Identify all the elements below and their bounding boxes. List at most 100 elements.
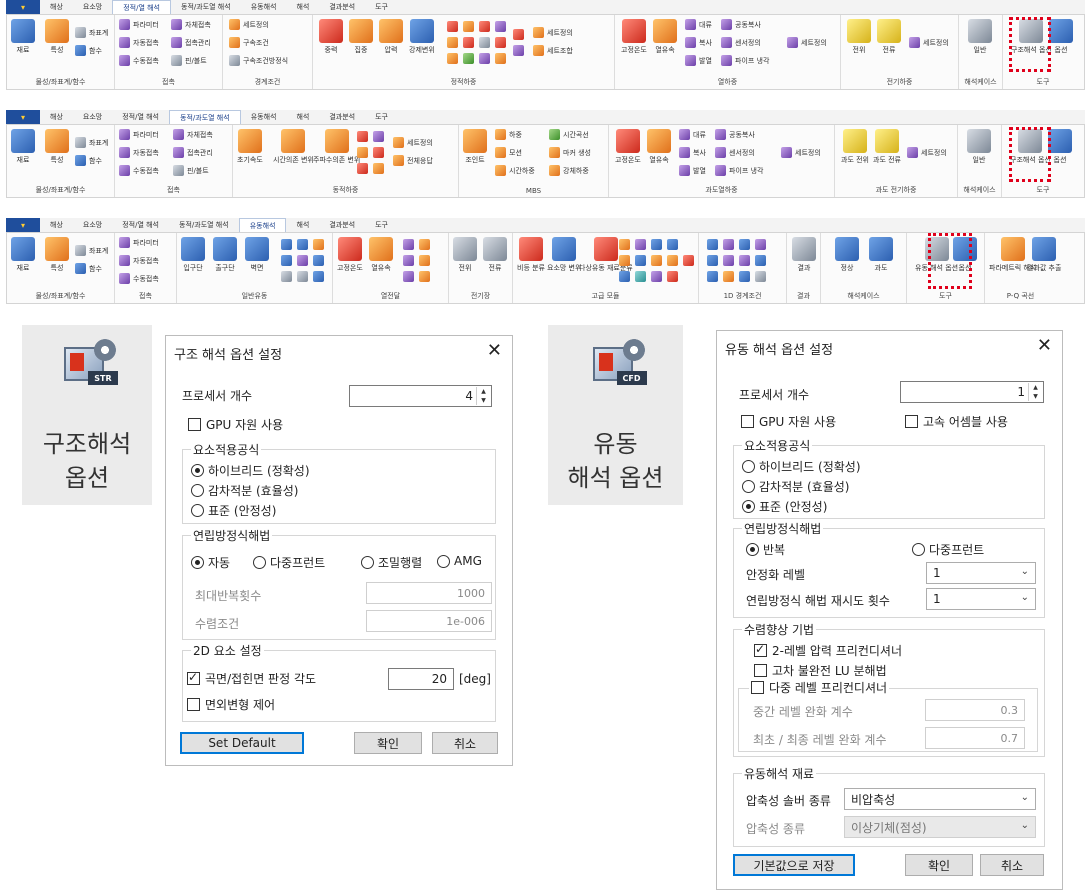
tab-tools-2[interactable]: 도구 (365, 110, 398, 124)
property-button[interactable]: 특성 (45, 19, 69, 55)
adv-tool-icon[interactable] (619, 271, 630, 282)
sensor-button[interactable]: 센서정의 (715, 147, 755, 158)
tab-flow-2[interactable]: 유동해석 (241, 110, 287, 124)
load-tool-icon[interactable] (373, 131, 384, 142)
current-button[interactable]: 전류 (877, 19, 901, 55)
property-button[interactable]: 특성 (45, 129, 69, 165)
radio-hybrid[interactable]: 하이브리드 (정확성) (742, 458, 861, 475)
adv-tool-icon[interactable] (635, 255, 646, 266)
result-extract-button[interactable]: 결과값 추출 (1027, 237, 1061, 273)
tab-flow-1[interactable]: 유동해석 (241, 0, 287, 14)
time-curve-button[interactable]: 시간곡선 (549, 129, 589, 140)
fast-assembly-checkbox[interactable]: 고속 어셈블 사용 (905, 413, 1008, 430)
save-default-button[interactable]: 기본값으로 저장 (733, 854, 855, 876)
load-tool-icon[interactable] (495, 53, 506, 64)
load-tool-icon[interactable] (495, 21, 506, 32)
static-combo-button[interactable]: 세트조합 (533, 45, 573, 56)
load-tool-icon[interactable] (357, 147, 368, 158)
marker-button[interactable]: 마커 생성 (549, 147, 591, 158)
dynamic-set-button[interactable]: 세트정의 (393, 137, 433, 148)
two-level-pc-checkbox[interactable]: 2-레벨 압력 프리컨디셔너 (754, 642, 902, 659)
option-button[interactable]: 옵션 (1049, 19, 1073, 55)
result-button[interactable]: 결과 (792, 237, 816, 273)
load-tool-icon[interactable] (447, 21, 458, 32)
rigid-load-button[interactable]: 강체하중 (549, 165, 589, 176)
heat-flux-button[interactable]: 열유속 (647, 129, 671, 165)
heat-gen-button[interactable]: 발열 (685, 55, 712, 66)
function-button[interactable]: 함수 (75, 155, 102, 166)
bc1d-tool-icon[interactable] (707, 255, 718, 266)
elec-set-button[interactable]: 세트정의 (907, 147, 947, 158)
radiation-button[interactable]: 복사 (679, 147, 706, 158)
ok-button[interactable]: 확인 (905, 854, 973, 876)
time-load-button[interactable]: 시간하중 (495, 165, 535, 176)
general-case-button[interactable]: 일반 (967, 129, 991, 165)
heat-gen-button[interactable]: 발열 (679, 165, 706, 176)
radio-solver-multifront[interactable]: 다중프런트 (253, 554, 325, 571)
pressure-button[interactable]: 압력 (379, 19, 403, 55)
load-tool-icon[interactable] (463, 53, 474, 64)
transient-case-button[interactable]: 과도 (869, 237, 893, 273)
motion-button[interactable]: 모션 (495, 147, 522, 158)
load-tool-icon[interactable] (447, 37, 458, 48)
bc1d-tool-icon[interactable] (755, 271, 766, 282)
contact-manage-button[interactable]: 접촉관리 (173, 147, 213, 158)
retry-select[interactable]: 1 ⌄ (926, 588, 1036, 610)
gpu-checkbox[interactable]: GPU 자원 사용 (188, 416, 283, 433)
coord-button[interactable]: 좌표계 (75, 245, 108, 256)
adv-tool-icon[interactable] (651, 271, 662, 282)
convection-button[interactable]: 대류 (685, 19, 712, 30)
load-tool-icon[interactable] (513, 29, 524, 40)
flow-tool-icon[interactable] (281, 255, 292, 266)
flow-tool-icon[interactable] (313, 271, 324, 282)
auto-contact-button[interactable]: 자동접촉 (119, 147, 159, 158)
set-default-button[interactable]: Set Default (180, 732, 304, 754)
tab-static-3[interactable]: 정적/열 해석 (112, 218, 169, 232)
load-tool-icon[interactable] (463, 37, 474, 48)
heat-flux-button[interactable]: 열유속 (653, 19, 677, 55)
conv-input[interactable]: 1e-006 (366, 610, 492, 632)
radio-reduced[interactable]: 감차적분 (효율성) (742, 478, 849, 495)
close-icon[interactable]: ✕ (487, 340, 502, 361)
pin-bolt-button[interactable]: 핀/볼트 (171, 55, 207, 66)
comp-type-select[interactable]: 이상기체(점성) ⌄ (844, 816, 1036, 838)
load-tool-icon[interactable] (495, 37, 506, 48)
angle-checkbox[interactable]: 곡면/접힌면 판정 각도 (187, 670, 316, 687)
file-menu-button[interactable]: ▾ (6, 218, 40, 232)
property-button[interactable]: 특성 (45, 237, 69, 273)
wall-button[interactable]: 벽면 (245, 237, 269, 273)
tab-flow-3[interactable]: 유동해석 (238, 218, 287, 232)
adv-tool-icon[interactable] (635, 271, 646, 282)
load-tool-icon[interactable] (479, 21, 490, 32)
tab-result-1[interactable]: 결과분석 (319, 0, 365, 14)
function-button[interactable]: 함수 (75, 263, 102, 274)
tab-mesh-1[interactable]: 해상 (40, 0, 73, 14)
load-tool-icon[interactable] (373, 163, 384, 174)
heat-tool-icon[interactable] (403, 239, 414, 250)
outlet-button[interactable]: 출구단 (213, 237, 237, 273)
manual-contact-button[interactable]: 수동접촉 (119, 165, 159, 176)
bc1d-tool-icon[interactable] (707, 239, 718, 250)
tab-mesh-2[interactable]: 해상 (40, 110, 73, 124)
radio-solver-iterative[interactable]: 반복 (746, 541, 785, 558)
heat-tool-icon[interactable] (403, 255, 414, 266)
mid-relax-input[interactable]: 0.3 (925, 699, 1025, 721)
radio-standard[interactable]: 표준 (안정성) (742, 498, 827, 515)
processor-stepper[interactable]: 1 ▲ ▼ (900, 381, 1044, 403)
adv-tool-icon[interactable] (683, 255, 694, 266)
bc1d-tool-icon[interactable] (723, 239, 734, 250)
coord-button[interactable]: 좌표계 (75, 137, 108, 148)
load-tool-icon[interactable] (463, 21, 474, 32)
radio-hybrid[interactable]: 하이브리드 (정확성) (191, 462, 310, 479)
flow-tool-icon[interactable] (313, 239, 324, 250)
elec-set-button[interactable]: 세트정의 (909, 37, 949, 48)
file-menu-button[interactable]: ▾ (6, 110, 40, 124)
auto-contact-button[interactable]: 자동접촉 (119, 255, 159, 266)
bc1d-tool-icon[interactable] (707, 271, 718, 282)
multilevel-pc-checkbox[interactable]: 다중 레벨 프리컨디셔너 (749, 679, 890, 696)
radio-standard[interactable]: 표준 (안정성) (191, 502, 276, 519)
angle-input[interactable]: 20 (388, 668, 454, 690)
adv-tool-icon[interactable] (619, 239, 630, 250)
freq-disp-button[interactable]: 주파수의존 변위 (313, 129, 360, 165)
constraint-button[interactable]: 구속조건 (229, 37, 269, 48)
